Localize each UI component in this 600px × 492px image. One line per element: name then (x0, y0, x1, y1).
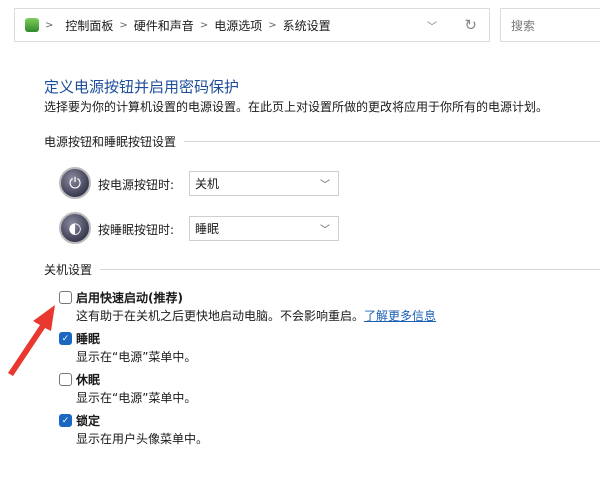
option-description: 显示在“电源”菜单中。 (76, 350, 197, 364)
option-description: 显示在用户头像菜单中。 (76, 432, 209, 446)
option-label: 锁定 (76, 414, 101, 428)
breadcrumb-item[interactable]: 电源选项 (214, 17, 262, 34)
chevron-down-icon[interactable]: ﹀ (427, 18, 437, 33)
chevron-right-icon: > (268, 19, 277, 31)
section-header: 关机设置 (44, 261, 600, 278)
sleep-button-select[interactable]: 睡眠 ﹀ (189, 216, 339, 241)
divider (184, 141, 600, 142)
breadcrumb-item[interactable]: 硬件和声音 (134, 17, 194, 34)
chevron-right-icon: > (199, 19, 209, 31)
section-title: 电源按钮和睡眠按钮设置 (44, 135, 177, 149)
sleep-button-label: 按睡眠按钮时: (98, 223, 175, 237)
chevron-down-icon: ﹀ (320, 180, 330, 191)
power-options-icon (25, 18, 39, 32)
chevron-right-icon: > (45, 19, 54, 31)
search-placeholder: 搜索 (511, 18, 536, 33)
power-button-label: 按电源按钮时: (98, 178, 175, 192)
page-subtitle: 选择要为你的计算机设置的电源设置。在此页上对设置所做的更改将应用于你所有的电源计… (44, 100, 549, 114)
learn-more-link[interactable]: 了解更多信息 (364, 309, 436, 323)
fast-startup-option[interactable]: 启用快速启动(推荐) (59, 289, 183, 306)
option-label: 睡眠 (76, 332, 101, 346)
power-button-select[interactable]: 关机 ﹀ (189, 171, 339, 196)
option-label: 休眠 (76, 373, 101, 387)
sleep-icon: ◐ (59, 212, 91, 244)
select-value: 睡眠 (195, 222, 220, 236)
address-bar[interactable]: > 控制面板 > 硬件和声音 > 电源选项 > 系统设置 ﹀ ↻ (14, 8, 490, 42)
breadcrumb-item[interactable]: 控制面板 (65, 17, 113, 34)
section-header: 电源按钮和睡眠按钮设置 (44, 133, 600, 150)
chevron-down-icon: ﹀ (320, 225, 330, 236)
breadcrumb-item[interactable]: 系统设置 (283, 17, 331, 34)
option-label: 启用快速启动(推荐) (76, 291, 183, 305)
search-input[interactable]: 搜索 (500, 8, 600, 42)
red-arrow-annotation (8, 305, 55, 376)
select-value: 关机 (195, 177, 220, 191)
section-title: 关机设置 (44, 263, 93, 277)
option-description: 这有助于在关机之后更快地启动电脑。不会影响重启。了解更多信息 (76, 307, 436, 324)
description-text: 这有助于在关机之后更快地启动电脑。不会影响重启。 (76, 309, 365, 323)
chevron-right-icon: > (119, 19, 128, 31)
lock-checkbox[interactable]: ✓ (59, 414, 72, 427)
divider (100, 269, 600, 270)
lock-option[interactable]: ✓ 锁定 (59, 412, 100, 429)
page-title: 定义电源按钮并启用密码保护 (44, 78, 240, 96)
option-description: 显示在“电源”菜单中。 (76, 391, 197, 405)
refresh-icon[interactable]: ↻ (464, 16, 477, 34)
power-icon: ⏻ (59, 167, 91, 199)
